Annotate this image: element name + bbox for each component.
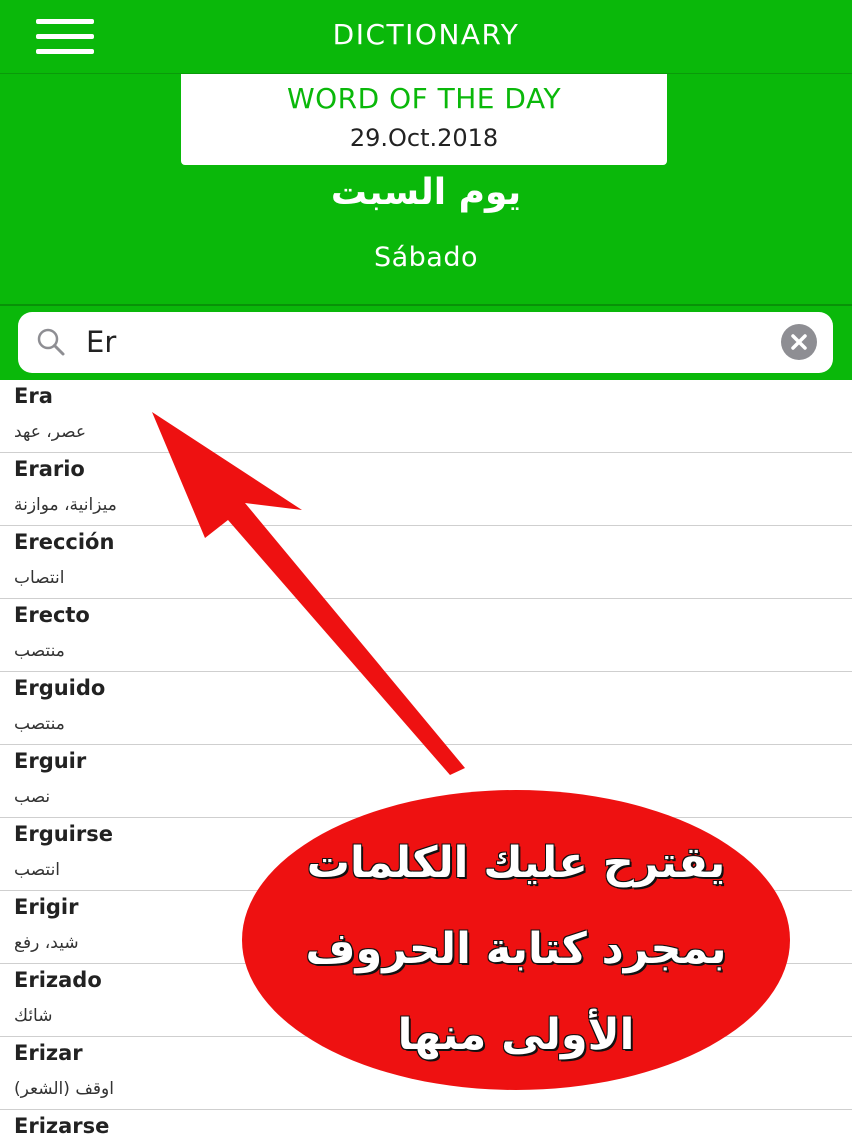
word-translation: ميزانية، موازنة [14,495,117,515]
list-item[interactable]: Erección انتصاب [0,526,852,599]
top-navigation-bar: DICTIONARY [0,0,852,74]
word-term: Era [14,384,53,408]
search-input[interactable] [86,320,766,364]
word-term: Erario [14,457,85,481]
word-term: Erigir [14,895,79,919]
list-item[interactable]: Erguido منتصب [0,672,852,745]
word-translation: منتصب [14,641,65,661]
word-term: Erecto [14,603,90,627]
word-translation: شيد، رفع [14,933,79,953]
word-translation: انتصب [14,860,61,880]
dictionary-screen: DICTIONARY WORD OF THE DAY 29.Oct.2018 ي… [0,0,852,1136]
list-item[interactable]: Erizarse [0,1110,852,1136]
search-field[interactable] [18,312,833,373]
list-item[interactable]: Era عصر، عهد [0,380,852,453]
word-term: Erizado [14,968,102,992]
list-item[interactable]: Erecto منتصب [0,599,852,672]
word-of-the-day-card: WORD OF THE DAY 29.Oct.2018 [181,74,667,165]
annotation-text: يقترح عليك الكلمات بمجرد كتابة الحروف ال… [242,820,790,1078]
word-translation: شائك [14,1006,53,1026]
word-term: Erguirse [14,822,113,846]
word-translation: عصر، عهد [14,422,87,442]
word-translation: انتصاب [14,568,65,588]
app-title: DICTIONARY [332,18,520,51]
word-term: Erección [14,530,115,554]
list-item[interactable]: Erario ميزانية، موازنة [0,453,852,526]
search-bar [0,306,852,380]
word-translation: اوقف (الشعر) [14,1079,114,1099]
search-icon [37,328,65,356]
annotation-line: يقترح عليك الكلمات [306,838,726,888]
annotation-line: بمجرد كتابة الحروف [305,924,727,974]
annotation-line: الأولى منها [397,1010,635,1060]
word-translation: نصب [14,787,51,807]
word-of-the-day-panel[interactable]: WORD OF THE DAY 29.Oct.2018 يوم السبت Sá… [0,74,852,306]
word-of-the-day-spanish: Sábado [373,242,479,273]
word-of-the-day-heading: WORD OF THE DAY [286,82,562,115]
word-term: Erizar [14,1041,83,1065]
word-term: Erguir [14,749,87,773]
word-translation: منتصب [14,714,65,734]
word-term: Erizarse [14,1114,110,1136]
word-term: Erguido [14,676,106,700]
word-of-the-day-date: 29.Oct.2018 [349,124,499,152]
word-of-the-day-arabic: يوم السبت [330,172,522,213]
clear-icon[interactable] [781,324,817,360]
annotation-callout: يقترح عليك الكلمات بمجرد كتابة الحروف ال… [242,790,790,1090]
